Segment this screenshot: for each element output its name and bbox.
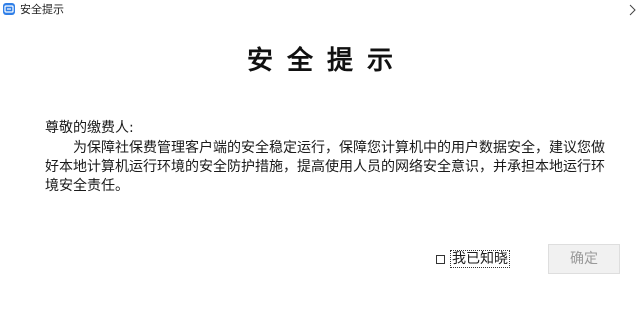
- security-notice-window: 安全提示 安全提示 尊敬的缴费人: 为保障社保费管理客户端的安全稳定运行，保障您…: [0, 0, 640, 316]
- confirm-button[interactable]: 确定: [548, 244, 620, 274]
- acknowledge-checkbox[interactable]: [436, 254, 445, 264]
- chevron-right-icon[interactable]: [627, 2, 637, 16]
- title-bar: 安全提示: [0, 0, 640, 20]
- dialog-heading: 安全提示: [246, 46, 407, 76]
- app-icon: [3, 3, 15, 15]
- notice-message: 为保障社保费管理客户端的安全稳定运行，保障您计算机中的用户数据安全，建议您做好本…: [45, 140, 605, 194]
- acknowledge-option[interactable]: 我已知晓: [436, 249, 510, 269]
- salutation-text: 尊敬的缴费人:: [45, 120, 134, 136]
- acknowledge-label[interactable]: 我已知晓: [450, 250, 510, 268]
- window-title: 安全提示: [20, 3, 64, 16]
